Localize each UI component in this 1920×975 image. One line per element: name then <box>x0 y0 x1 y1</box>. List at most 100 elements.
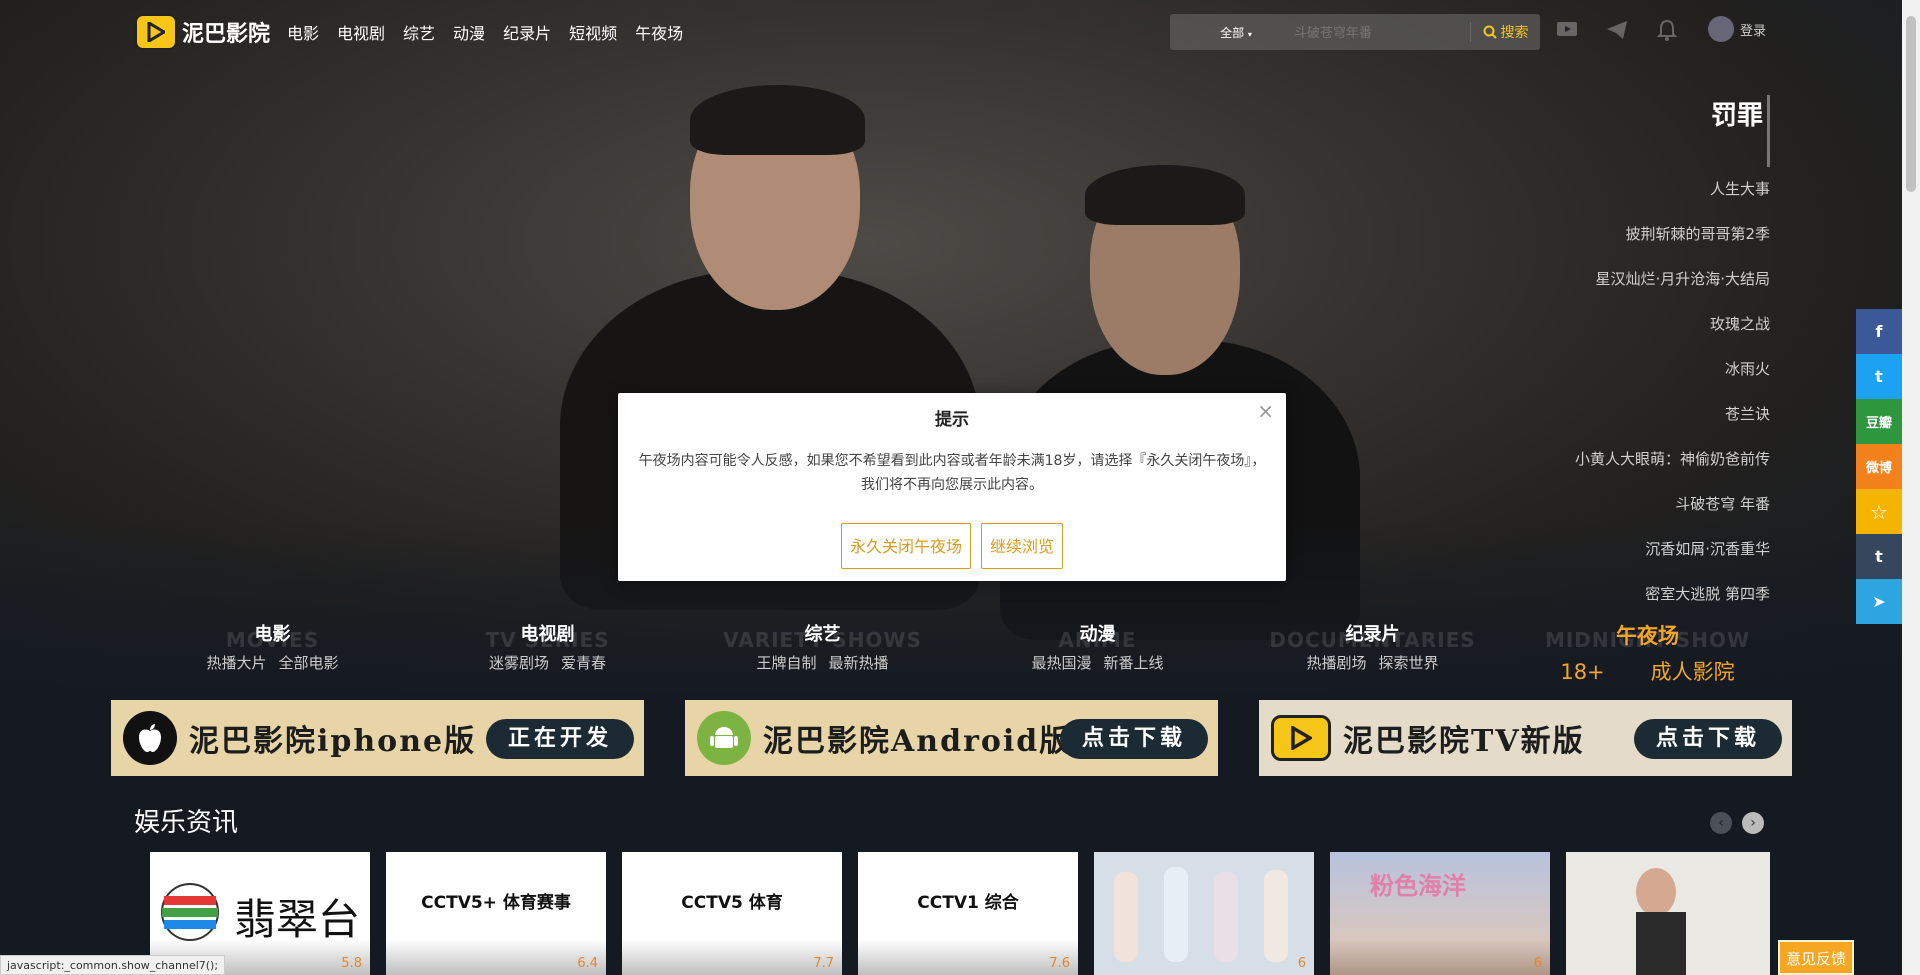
banner-iphone[interactable]: 泥巴影院iphone版 正在开发 <box>111 700 644 776</box>
hero-list-item[interactable]: 玫瑰之战 <box>1575 302 1770 347</box>
card-shade <box>622 939 842 975</box>
category-sub-link[interactable]: 热播大片 <box>206 654 266 672</box>
top-nav: 泥巴影院 电影 电视剧 综艺 动漫 纪录片 短视频 午夜场 全部 ▾ 搜索 登录 <box>0 0 1920 64</box>
banner-button[interactable]: 点击下载 <box>1633 719 1782 759</box>
category-title[interactable]: 纪录片 <box>1235 620 1510 646</box>
category-strip: MOVIES 电影 热播大片 全部电影 TV SERIES 电视剧 迷雾剧场 爱青春… <box>135 620 1785 686</box>
hero-list-item[interactable]: 斗破苍穹 年番 <box>1575 482 1770 527</box>
category-sub-link[interactable]: 最热国漫 <box>1031 654 1091 672</box>
bell-icon[interactable] <box>1655 18 1679 42</box>
category-variety: VARIETY SHOWS 综艺 王牌自制 最新热播 <box>685 620 960 686</box>
nav-link-movies[interactable]: 电影 <box>287 20 319 44</box>
category-sub-link[interactable]: 爱青春 <box>561 654 606 672</box>
category-sub-link[interactable]: 成人影院 <box>1651 660 1735 684</box>
site-logo[interactable]: 泥巴影院 <box>135 14 270 50</box>
chevron-down-icon: ▾ <box>1247 29 1252 39</box>
category-sub-link[interactable]: 热播剧场 <box>1306 654 1366 672</box>
scrollbar-thumb[interactable] <box>1906 16 1916 192</box>
dialog-message: 午夜场内容可能令人反感，如果您不希望看到此内容或者年龄未满18岁，请选择『永久关… <box>638 453 1266 493</box>
page-scrollbar[interactable] <box>1902 0 1920 975</box>
douban-icon[interactable]: 豆瓣 <box>1856 399 1902 444</box>
close-icon[interactable]: × <box>1257 399 1274 423</box>
news-card[interactable]: 粉色海洋 6 <box>1330 852 1550 975</box>
card-score: 7.6 <box>1049 956 1070 971</box>
facebook-icon[interactable]: f <box>1856 309 1902 354</box>
category-title[interactable]: 电影 <box>135 620 410 646</box>
telegram-icon[interactable] <box>1605 18 1629 42</box>
nav-link-short-video[interactable]: 短视频 <box>569 20 617 44</box>
news-cards: 翡翠台 5.8 CCTV5+ 体育赛事 6.4 CCTV5 体育 7.7 CCT… <box>150 852 1770 975</box>
card-title: 翡翠台 <box>234 895 361 944</box>
category-title[interactable]: 动漫 <box>960 620 1235 646</box>
continue-browsing-button[interactable]: 继续浏览 <box>981 523 1064 569</box>
android-icon <box>697 711 751 765</box>
category-sub-link[interactable]: 探索世界 <box>1379 654 1439 672</box>
twitter-icon[interactable]: t <box>1856 354 1902 399</box>
banner-button[interactable]: 正在开发 <box>485 719 634 759</box>
hero-list-item[interactable]: 人生大事 <box>1575 167 1770 212</box>
banner-button[interactable]: 点击下载 <box>1059 719 1208 759</box>
search-bar: 全部 ▾ 搜索 <box>1170 14 1540 50</box>
disable-midnight-button[interactable]: 永久关闭午夜场 <box>840 523 971 569</box>
category-documentary: DOCUMENTARIES 纪录片 热播剧场 探索世界 <box>1235 620 1510 686</box>
nav-link-tv[interactable]: 电视剧 <box>337 20 385 44</box>
banner-text: 泥巴影院Android版 <box>763 724 1072 759</box>
banner-tv[interactable]: 泥巴影院TV新版 点击下载 <box>1259 700 1792 776</box>
nav-link-midnight[interactable]: 午夜场 <box>635 20 683 44</box>
play-history-icon[interactable] <box>1555 18 1579 42</box>
nav-link-anime[interactable]: 动漫 <box>453 20 485 44</box>
hero-list-item[interactable]: 密室大逃脱 第四季 <box>1575 572 1770 617</box>
news-card[interactable] <box>1566 852 1770 975</box>
tumblr-icon[interactable]: t <box>1856 534 1902 579</box>
weibo-icon[interactable]: 微博 <box>1856 444 1902 489</box>
nav-link-documentary[interactable]: 纪录片 <box>503 20 551 44</box>
card-title: CCTV5 体育 <box>681 893 783 913</box>
qzone-star-icon[interactable]: ☆ <box>1856 489 1902 534</box>
telegram-share-icon[interactable]: ➤ <box>1856 579 1902 624</box>
carousel-arrows: ‹ › <box>1710 812 1764 834</box>
search-button[interactable]: 搜索 <box>1470 22 1540 42</box>
news-card[interactable]: CCTV5+ 体育赛事 6.4 <box>386 852 606 975</box>
category-title[interactable]: 电视剧 <box>410 620 685 646</box>
nav-link-variety[interactable]: 综艺 <box>403 20 435 44</box>
play-icon <box>135 14 177 50</box>
category-sub-link[interactable]: 新番上线 <box>1104 654 1164 672</box>
chevron-left-icon[interactable]: ‹ <box>1710 812 1732 834</box>
category-title[interactable]: 综艺 <box>685 620 960 646</box>
card-score: 6.4 <box>577 956 598 971</box>
avatar <box>1708 16 1734 42</box>
category-midnight: MIDNIGHT SHOW 午夜场 18+ 成人影院 <box>1510 620 1785 686</box>
hero-list-item[interactable]: 披荆斩棘的哥哥第2季 <box>1575 212 1770 257</box>
dialog-title: 提示 <box>935 410 969 430</box>
hero-active-title[interactable]: 罚罪 <box>1575 95 1770 167</box>
hero-list-item[interactable]: 苍兰诀 <box>1575 392 1770 437</box>
category-sub-link[interactable]: 最新热播 <box>829 654 889 672</box>
feedback-button[interactable]: 意见反馈 <box>1778 940 1854 975</box>
card-shade <box>386 939 606 975</box>
category-movies: MOVIES 电影 热播大片 全部电影 <box>135 620 410 686</box>
card-shade <box>1330 939 1550 975</box>
hero-list-item[interactable]: 沉香如屑·沉香重华 <box>1575 527 1770 572</box>
search-input[interactable] <box>1294 24 1470 40</box>
card-title: CCTV1 综合 <box>917 893 1019 913</box>
category-anime: ANIME 动漫 最热国漫 新番上线 <box>960 620 1235 686</box>
news-card[interactable]: CCTV1 综合 7.6 <box>858 852 1078 975</box>
chevron-right-icon[interactable]: › <box>1742 812 1764 834</box>
category-sub-link[interactable]: 18+ <box>1560 660 1604 684</box>
search-category-select[interactable]: 全部 ▾ <box>1170 24 1294 41</box>
category-title[interactable]: 午夜场 <box>1510 620 1785 650</box>
share-bar: f t 豆瓣 微博 ☆ t ➤ <box>1856 309 1902 624</box>
dialog-buttons: 永久关闭午夜场 继续浏览 <box>618 523 1286 569</box>
search-icon <box>1483 25 1497 39</box>
hero-list-item[interactable]: 冰雨火 <box>1575 347 1770 392</box>
category-sub-link[interactable]: 全部电影 <box>279 654 339 672</box>
hero-list-item[interactable]: 星汉灿烂·月升沧海·大结局 <box>1575 257 1770 302</box>
banner-android[interactable]: 泥巴影院Android版 点击下载 <box>685 700 1218 776</box>
category-sub-link[interactable]: 迷雾剧场 <box>489 654 549 672</box>
category-sub-link[interactable]: 王牌自制 <box>756 654 816 672</box>
card-score: 6 <box>1297 956 1306 971</box>
news-card[interactable]: CCTV5 体育 7.7 <box>622 852 842 975</box>
hero-list-item[interactable]: 小黄人大眼萌：神偷奶爸前传 <box>1575 437 1770 482</box>
news-card[interactable]: 6 <box>1094 852 1314 975</box>
login-button[interactable]: 登录 <box>1708 16 1766 42</box>
